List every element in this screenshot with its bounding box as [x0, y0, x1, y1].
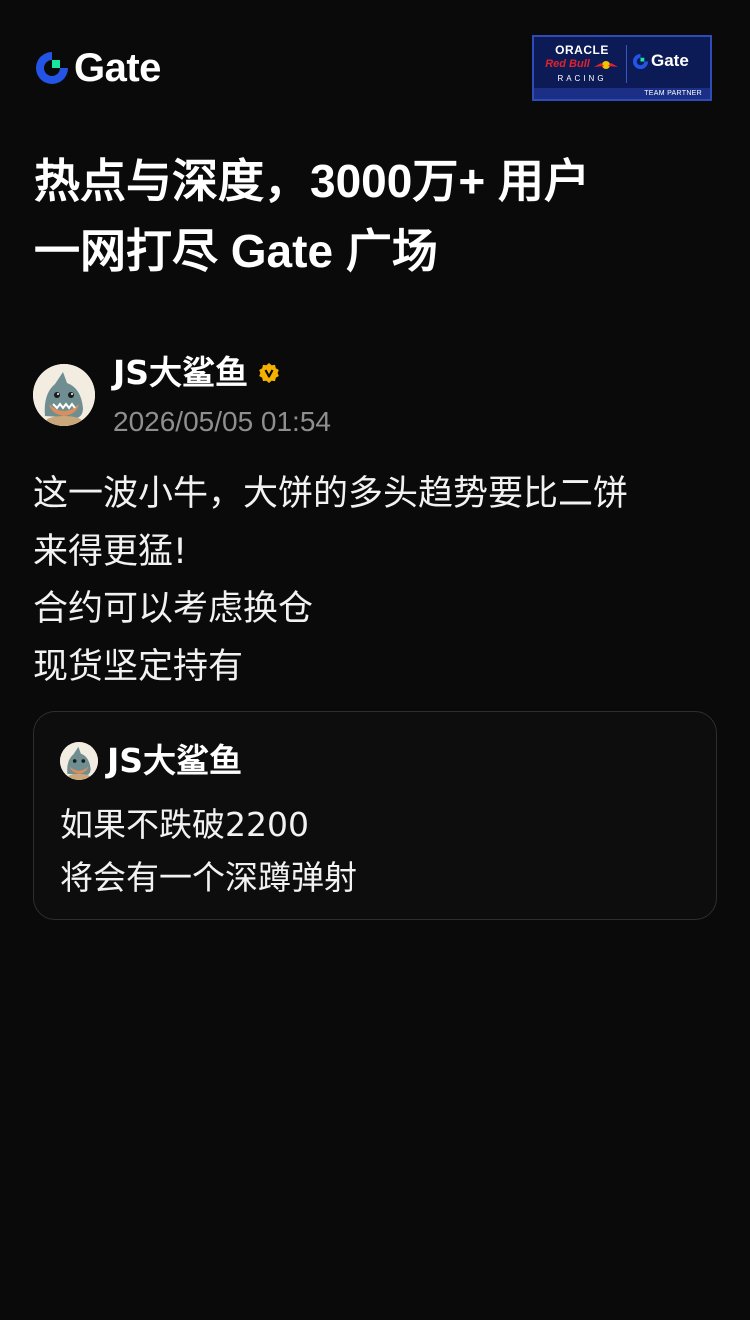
avatar: [33, 364, 95, 426]
oracle-label: ORACLE: [555, 43, 609, 57]
racing-label: RACING: [557, 74, 607, 83]
post-line: 这一波小牛，大饼的多头趋势要比二饼: [33, 474, 629, 514]
team-partner-badge: ORACLE Red Bull RACING Gate TEAM PARTNER: [532, 35, 712, 101]
partner-gate-label: Gate: [651, 51, 689, 70]
red-bull-icon: [593, 60, 618, 69]
post-line: 来得更猛!: [33, 531, 188, 572]
avatar: [60, 742, 98, 780]
partner-gate-logo: Gate: [632, 51, 689, 71]
partner-divider: [626, 45, 627, 83]
post-timestamp: 2026/05/05 01:54: [113, 406, 331, 437]
headline-line: 热点与深度，3000万+ 用户: [34, 155, 590, 207]
share-poster: Gate ORACLE Red Bull RACING Gate TEAM PA…: [0, 0, 750, 1320]
quoted-line: 如果不跌破2200: [60, 805, 309, 844]
gate-wordmark: Gate: [74, 46, 161, 90]
quoted-post-content: 如果不跌破2200 将会有一个深蹲弹射: [60, 798, 700, 904]
verified-badge-icon: [259, 363, 279, 383]
post-author: JS大鲨鱼: [113, 350, 280, 396]
gate-logo-icon: [632, 53, 649, 69]
gate-logo-icon: [36, 52, 68, 84]
shark-avatar-icon: [60, 742, 98, 780]
oracle-redbull-logo: ORACLE Red Bull RACING: [542, 43, 622, 85]
shark-avatar-icon: [33, 364, 95, 426]
redbull-label: Red Bull: [545, 58, 590, 70]
post-content: 这一波小牛，大饼的多头趋势要比二饼 来得更猛! 合约可以考虑换仓 现货坚定持有: [33, 466, 723, 696]
quoted-author-name: JS大鲨鱼: [107, 741, 243, 780]
author-name: JS大鲨鱼: [113, 353, 249, 392]
quoted-line: 将会有一个深蹲弹射: [60, 858, 357, 897]
headline-line: 一网打尽 Gate 广场: [34, 225, 438, 277]
team-partner-label: TEAM PARTNER: [534, 88, 710, 99]
page-headline: 热点与深度，3000万+ 用户 一网打尽 Gate 广场: [34, 146, 724, 286]
post-line: 合约可以考虑换仓: [33, 589, 314, 629]
post-line: 现货坚定持有: [33, 646, 244, 687]
quoted-post-card[interactable]: JS大鲨鱼 如果不跌破2200 将会有一个深蹲弹射: [33, 711, 717, 920]
gate-logo: Gate: [34, 46, 161, 90]
